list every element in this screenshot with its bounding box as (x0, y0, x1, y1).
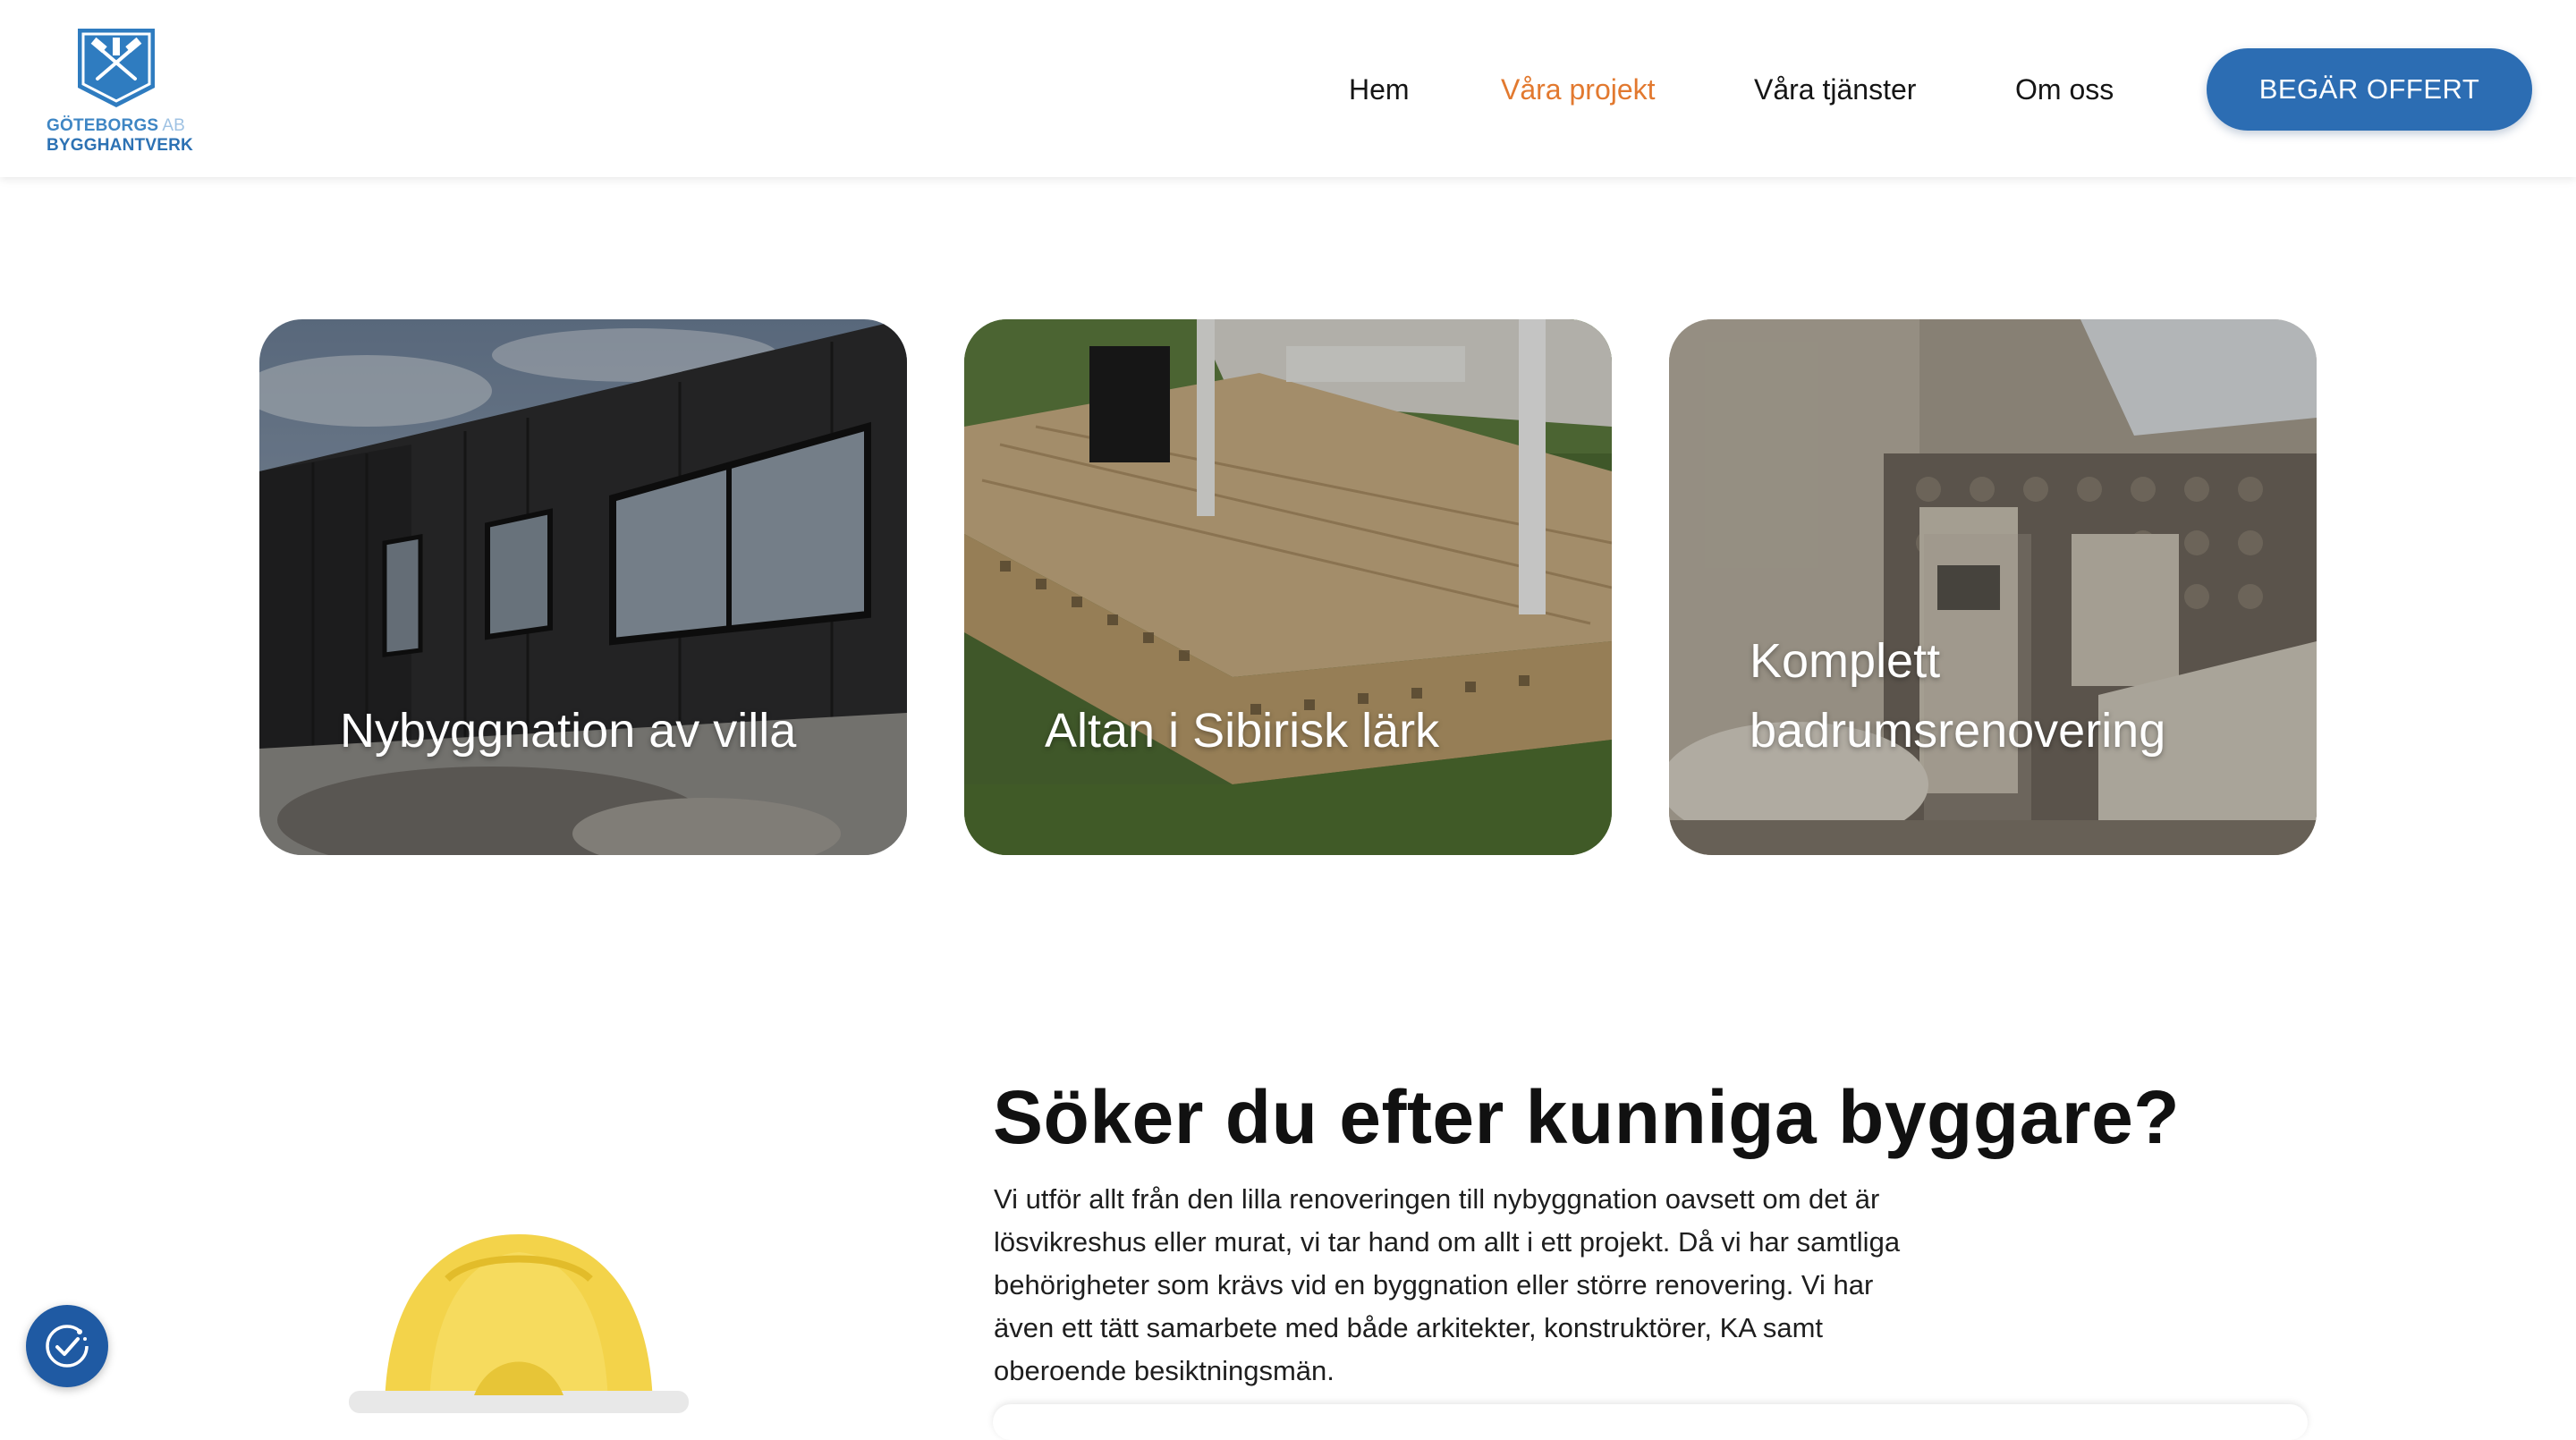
company-logo[interactable]: GÖTEBORGS AB BYGGHANTVERK (45, 23, 193, 157)
request-quote-button[interactable]: BEGÄR OFFERT (2207, 48, 2532, 131)
section-body-text: Vi utför allt från den lilla renoveringe… (994, 1183, 1901, 1386)
project-card-title: Altan i Sibirisk lärk (1045, 704, 1440, 758)
logo-text: GÖTEBORGS AB BYGGHANTVERK (47, 116, 199, 156)
cookie-consent-icon (46, 1325, 89, 1368)
section-heading: Söker du efter kunniga byggare? (993, 1075, 2181, 1160)
nav-link-om-oss[interactable]: Om oss (2015, 70, 2114, 109)
hammer-crossed-tools-icon (78, 29, 155, 107)
nav-link-hem[interactable]: Hem (1349, 70, 1410, 109)
nav-link-vara-projekt[interactable]: Våra projekt (1501, 70, 1656, 109)
project-card-title: Nybyggnation av villa (340, 704, 797, 758)
nav-link-vara-tjanster[interactable]: Våra tjänster (1754, 70, 1916, 109)
project-card-altan[interactable]: Altan i Sibirisk lärk (964, 319, 1612, 855)
site-header: GÖTEBORGS AB BYGGHANTVERK Hem Våra projek… (0, 0, 2576, 177)
logo-ab: AB (162, 116, 186, 135)
builder-helmet-image (349, 1234, 689, 1413)
project-card-villa[interactable]: Nybyggnation av villa (259, 319, 907, 855)
card-overlay (1669, 319, 2317, 855)
content-card-edge (993, 1404, 2308, 1440)
logo-line2: BYGGHANTVERK (47, 136, 193, 155)
project-card-title: Komplett badrumsrenovering (1750, 634, 2166, 758)
project-card-badrum[interactable]: Komplett badrumsrenovering (1669, 319, 2317, 855)
card-overlay (964, 319, 1612, 855)
cookie-consent-button[interactable] (26, 1305, 108, 1387)
logo-line1: GÖTEBORGS (47, 116, 159, 135)
card-overlay (259, 319, 907, 855)
